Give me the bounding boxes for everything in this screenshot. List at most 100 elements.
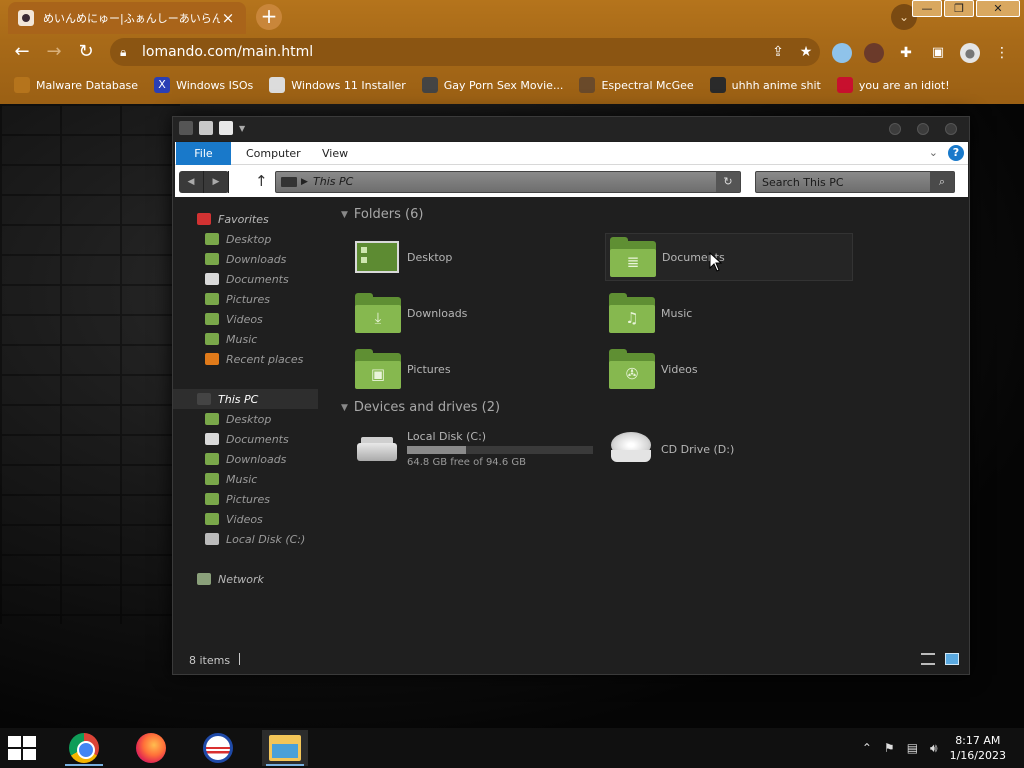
nav-favorites-videos[interactable]: Videos xyxy=(173,309,318,329)
taskbar-firefox[interactable] xyxy=(128,730,174,766)
bookmark-item[interactable]: X Windows ISOs xyxy=(154,77,253,93)
lock-icon[interactable]: 🔒︎ xyxy=(120,45,132,60)
explorer-maximize-button[interactable] xyxy=(917,123,929,135)
up-arrow-icon[interactable]: ↑ xyxy=(255,171,271,191)
explorer-back-button[interactable]: ◀ xyxy=(179,171,204,193)
clock[interactable]: 8:17 AM 1/16/2023 xyxy=(950,733,1006,763)
nav-this-pc-documents[interactable]: Documents xyxy=(173,429,318,449)
tab-computer[interactable]: Computer xyxy=(232,142,315,165)
back-button[interactable]: ← xyxy=(8,39,36,65)
folder-tile-videos[interactable]: ✇ Videos xyxy=(605,345,853,393)
bookmark-item[interactable]: uhhh anime shit xyxy=(709,77,821,93)
nav-favorites-downloads[interactable]: Downloads xyxy=(173,249,318,269)
taskbar-chrome[interactable] xyxy=(61,730,107,766)
drive-c-tile[interactable]: Local Disk (C:) 64.8 GB free of 94.6 GB xyxy=(351,425,599,473)
nav-this-pc-local-disk-c[interactable]: Local Disk (C:) xyxy=(173,529,318,549)
bookmark-item[interactable]: Malware Database xyxy=(14,77,138,93)
obama-logo-icon xyxy=(203,733,233,763)
search-icon[interactable]: ⌕ xyxy=(930,172,954,192)
side-panel-icon[interactable]: ▣ xyxy=(928,43,948,63)
folder-tile-music[interactable]: ♫ Music xyxy=(605,289,853,337)
system-tray: ⌃ ⚑ ▤ 🔊︎ 8:17 AM 1/16/2023 xyxy=(856,728,1024,768)
bookmark-item[interactable]: Espectral McGee xyxy=(579,77,694,93)
folder-label: Videos xyxy=(661,362,698,376)
tab-file[interactable]: File xyxy=(176,142,231,165)
explorer-forward-button[interactable]: ▶ xyxy=(204,171,229,193)
taskbar-file-explorer[interactable] xyxy=(262,730,308,766)
nav-favorites-pictures[interactable]: Pictures xyxy=(173,289,318,309)
bookmark-star-icon[interactable]: ★ xyxy=(792,44,820,60)
qat-dropdown-icon[interactable]: ▼ xyxy=(239,124,245,133)
cd-drive-icon xyxy=(609,432,653,466)
collapse-chevron-icon[interactable]: ▼ xyxy=(341,210,348,220)
nav-this-pc-videos[interactable]: Videos xyxy=(173,509,318,529)
nav-label: Documents xyxy=(226,432,289,446)
close-window-button[interactable]: ✕ xyxy=(976,0,1020,17)
drive-d-tile[interactable]: CD Drive (D:) xyxy=(605,425,853,473)
properties-icon[interactable] xyxy=(199,121,213,135)
extension-flag-icon[interactable] xyxy=(832,43,852,63)
restore-button[interactable]: ❐ xyxy=(944,0,974,17)
bookmark-item[interactable]: Gay Porn Sex Movie... xyxy=(421,77,563,93)
reload-button[interactable]: ↻ xyxy=(72,39,100,65)
tab-view[interactable]: View xyxy=(308,142,362,165)
explorer-address-bar[interactable]: ▶ This PC ↻ xyxy=(275,171,741,193)
folder-tile-desktop[interactable]: Desktop xyxy=(351,233,599,281)
minimize-button[interactable]: — xyxy=(912,0,942,17)
nav-network[interactable]: Network xyxy=(173,569,318,589)
nav-favorites[interactable]: Favorites xyxy=(173,209,318,229)
explorer-close-button[interactable] xyxy=(945,123,957,135)
firefox-icon xyxy=(136,733,166,763)
nav-favorites-documents[interactable]: Documents xyxy=(173,269,318,289)
extension-avatar-icon[interactable] xyxy=(864,43,884,63)
bookmark-item[interactable]: you are an idiot! xyxy=(836,77,950,93)
menu-kebab-icon[interactable]: ⋮ xyxy=(992,43,1012,63)
explorer-minimize-button[interactable] xyxy=(889,123,901,135)
bookmark-label: Windows 11 Installer xyxy=(291,78,406,92)
refresh-icon[interactable]: ↻ xyxy=(716,172,740,192)
new-folder-icon[interactable] xyxy=(219,121,233,135)
nav-this-pc-desktop[interactable]: Desktop xyxy=(173,409,318,429)
help-icon[interactable]: ? xyxy=(948,145,964,161)
browser-tab[interactable]: めいんめにゅー|ふぁんしーあいらんど × xyxy=(8,2,246,34)
downloads-icon xyxy=(205,453,219,465)
details-view-icon[interactable] xyxy=(921,653,935,665)
volume-icon[interactable]: 🔊︎ xyxy=(930,741,938,756)
drives-section-header[interactable]: ▼ Devices and drives (2) xyxy=(341,400,500,415)
nav-favorites-music[interactable]: Music xyxy=(173,329,318,349)
address-bar[interactable]: 🔒︎ lomando.com/main.html ⇪ ★ xyxy=(110,38,820,66)
nav-favorites-desktop[interactable]: Desktop xyxy=(173,229,318,249)
breadcrumb[interactable]: This PC xyxy=(313,174,353,190)
new-tab-button[interactable]: + xyxy=(256,4,282,30)
nav-favorites-recent-places[interactable]: Recent places xyxy=(173,349,318,369)
bookmark-item[interactable]: Windows 11 Installer xyxy=(269,77,406,93)
network-icon[interactable]: ▤ xyxy=(907,741,918,755)
folder-tile-documents[interactable]: ≣ Documents xyxy=(605,233,853,281)
search-input[interactable] xyxy=(762,174,922,190)
tiles-view-icon[interactable] xyxy=(945,653,959,665)
share-icon[interactable]: ⇪ xyxy=(764,44,792,60)
clock-time: 8:17 AM xyxy=(955,734,1001,747)
hard-drive-icon xyxy=(355,435,399,463)
forward-button[interactable]: → xyxy=(40,39,68,65)
nav-this-pc-downloads[interactable]: Downloads xyxy=(173,449,318,469)
folder-tile-downloads[interactable]: ⤓ Downloads xyxy=(351,289,599,337)
flag-icon[interactable]: ⚑ xyxy=(884,741,895,755)
music-icon xyxy=(205,473,219,485)
breadcrumb-arrow-icon[interactable]: ▶ xyxy=(301,174,308,190)
taskbar-obama[interactable] xyxy=(195,730,241,766)
nav-this-pc[interactable]: This PC xyxy=(173,389,318,409)
search-box[interactable]: ⌕ xyxy=(755,171,955,193)
folder-tile-pictures[interactable]: ▣ Pictures xyxy=(351,345,599,393)
collapse-chevron-icon[interactable]: ▼ xyxy=(341,403,348,413)
profile-icon[interactable]: ● xyxy=(960,43,980,63)
extensions-puzzle-icon[interactable]: ✚ xyxy=(896,43,916,63)
nav-this-pc-music[interactable]: Music xyxy=(173,469,318,489)
folders-section-header[interactable]: ▼ Folders (6) xyxy=(341,207,423,222)
tab-close-icon[interactable]: × xyxy=(220,9,236,27)
windows-start-icon[interactable] xyxy=(8,736,38,760)
nav-this-pc-pictures[interactable]: Pictures xyxy=(173,489,318,509)
ribbon-expand-icon[interactable]: ⌄ xyxy=(929,146,938,159)
url-text[interactable]: lomando.com/main.html xyxy=(142,44,764,60)
show-hidden-icons-icon[interactable]: ⌃ xyxy=(862,741,872,755)
